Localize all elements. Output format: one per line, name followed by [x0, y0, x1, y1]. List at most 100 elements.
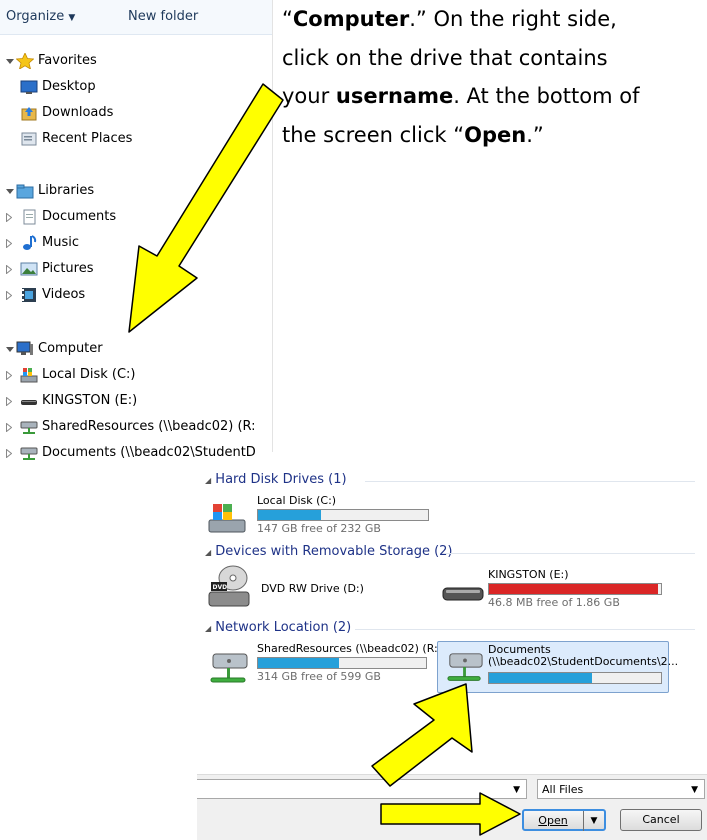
- sidebar-item-label: Music: [42, 235, 79, 250]
- collapse-arrow-icon[interactable]: ◢: [205, 476, 211, 485]
- collapse-arrow-icon[interactable]: [6, 423, 12, 432]
- instruction-line-3: your username. At the bottom of: [282, 77, 702, 116]
- libraries-icon: [16, 184, 34, 199]
- drive-kingston-e[interactable]: KINGSTON (E:) 46.8 MB free of 1.86 GB: [442, 568, 672, 612]
- instruction-line-4-pre: the screen click “: [282, 122, 465, 147]
- sidebar-item-label: Desktop: [42, 79, 96, 94]
- videos-icon: [22, 288, 36, 302]
- toolbar: Organize ▼ New folder: [0, 0, 272, 35]
- open-dropdown-arrow-icon[interactable]: ▼: [583, 811, 604, 831]
- capacity-fill: [489, 673, 593, 683]
- organize-label: Organize: [6, 9, 65, 24]
- quote-mark: “: [282, 7, 293, 31]
- cancel-button[interactable]: Cancel: [620, 809, 702, 831]
- sidebar-item-label: Documents (\\beadc02\StudentD: [42, 445, 256, 460]
- computer-label: Computer: [38, 341, 103, 356]
- pictures-icon: [20, 262, 38, 276]
- instruction-line-4-rest: .”: [526, 122, 544, 147]
- sidebar-item-label: Videos: [42, 287, 86, 302]
- sidebar-item-label: Local Disk (C:): [42, 367, 136, 382]
- drive-dvd-d[interactable]: DVD DVD RW Drive (D:): [207, 564, 427, 612]
- sidebar-item-label: Pictures: [42, 261, 94, 276]
- drive-name: SharedResources (\\beadc02) (R:): [257, 642, 443, 655]
- pointer-arrow-computer: [128, 83, 284, 333]
- collapse-arrow-icon[interactable]: [6, 449, 12, 458]
- instruction-line-1-rest: .” On the right side,: [409, 7, 617, 31]
- new-folder-button[interactable]: New folder: [128, 9, 198, 24]
- collapse-arrow-icon[interactable]: [6, 397, 12, 406]
- drive-local-disk-c[interactable]: Local Disk (C:) 147 GB free of 232 GB: [207, 494, 429, 538]
- capacity-bar: [488, 583, 662, 595]
- instruction-line-4: the screen click “Open.”: [282, 116, 702, 155]
- instruction-computer-bold: Computer: [292, 7, 410, 31]
- expand-arrow-icon[interactable]: [6, 59, 14, 64]
- sidebar-item-label: KINGSTON (E:): [42, 393, 138, 408]
- capacity-bar: [488, 672, 662, 684]
- instruction-username-bold: username: [335, 84, 454, 108]
- group-header-label: Hard Disk Drives (1): [215, 472, 347, 487]
- instruction-line-3-pre: your: [282, 84, 336, 108]
- file-type-value: All Files: [542, 783, 584, 796]
- libraries-label: Libraries: [38, 183, 95, 198]
- collapse-arrow-icon[interactable]: [6, 371, 12, 380]
- group-header-label: Devices with Removable Storage (2): [215, 544, 453, 559]
- documents-icon: [23, 209, 36, 225]
- collapse-arrow-icon[interactable]: ◢: [205, 548, 211, 557]
- file-type-select[interactable]: All Files ▼: [537, 779, 705, 799]
- network-drive-icon: [210, 653, 248, 683]
- collapse-arrow-icon[interactable]: [6, 291, 12, 300]
- free-space-text: 147 GB free of 232 GB: [257, 522, 381, 535]
- network-drive-icon: [20, 447, 38, 460]
- divider: [355, 629, 695, 630]
- collapse-arrow-icon[interactable]: [6, 239, 12, 248]
- open-button[interactable]: Open ▼: [522, 809, 606, 831]
- group-header-label: Network Location (2): [215, 620, 352, 635]
- capacity-bar: [257, 509, 429, 521]
- pointer-arrow-open: [380, 792, 521, 836]
- group-header-removable[interactable]: ◢ Devices with Removable Storage (2): [205, 544, 695, 564]
- usb-drive-icon: [21, 400, 37, 405]
- drive-name: DVD RW Drive (D:): [261, 582, 364, 595]
- capacity-fill: [258, 658, 339, 668]
- open-button-label: Open: [538, 814, 568, 827]
- organize-menu[interactable]: Organize ▼: [6, 9, 75, 24]
- capacity-bar: [257, 657, 427, 669]
- usb-drive-icon: [442, 587, 484, 601]
- local-disk-icon: [20, 368, 38, 383]
- drive-name: Local Disk (C:): [257, 494, 337, 507]
- local-disk-icon: [208, 504, 246, 533]
- collapse-arrow-icon[interactable]: [6, 265, 12, 274]
- desktop-icon: [20, 80, 38, 94]
- computer-icon: [16, 341, 33, 355]
- sidebar-item-label: Downloads: [42, 105, 114, 120]
- instruction-open-bold: Open: [464, 122, 527, 147]
- expand-arrow-icon[interactable]: [6, 347, 14, 352]
- downloads-icon: [21, 107, 37, 121]
- drive-name: KINGSTON (E:): [488, 568, 569, 581]
- free-space-text: 314 GB free of 599 GB: [257, 670, 381, 683]
- collapse-arrow-icon[interactable]: [6, 213, 12, 222]
- dropdown-arrow-icon[interactable]: ▼: [691, 780, 698, 800]
- sidebar-item-label: Documents: [42, 209, 117, 224]
- group-header-hard-disk[interactable]: ◢ Hard Disk Drives (1): [205, 472, 695, 492]
- expand-arrow-icon[interactable]: [6, 189, 14, 194]
- instruction-line-3-rest: . At the bottom of: [453, 84, 640, 108]
- divider: [365, 481, 695, 482]
- sidebar-item-label: SharedResources (\\beadc02) (R:: [42, 419, 256, 434]
- instruction-line-1: “Computer.” On the right side,: [282, 0, 702, 39]
- divider: [445, 553, 695, 554]
- dvd-drive-icon: DVD: [208, 565, 250, 607]
- favorites-star-icon: [16, 53, 34, 69]
- music-icon: [23, 235, 37, 250]
- instruction-line-2: click on the drive that contains: [282, 45, 608, 70]
- pointer-arrow-documents: [371, 683, 473, 787]
- collapse-arrow-icon[interactable]: ◢: [205, 624, 211, 633]
- favorites-label: Favorites: [38, 53, 97, 68]
- capacity-fill: [489, 584, 658, 594]
- network-drive-icon: [20, 421, 38, 434]
- capacity-fill: [258, 510, 321, 520]
- instruction-text: “Computer.” On the right side, click on …: [282, 0, 702, 154]
- drive-path: (\\beadc02\StudentDocuments\2...: [488, 655, 679, 668]
- group-header-network[interactable]: ◢ Network Location (2): [205, 620, 695, 640]
- svg-text:DVD: DVD: [213, 584, 228, 591]
